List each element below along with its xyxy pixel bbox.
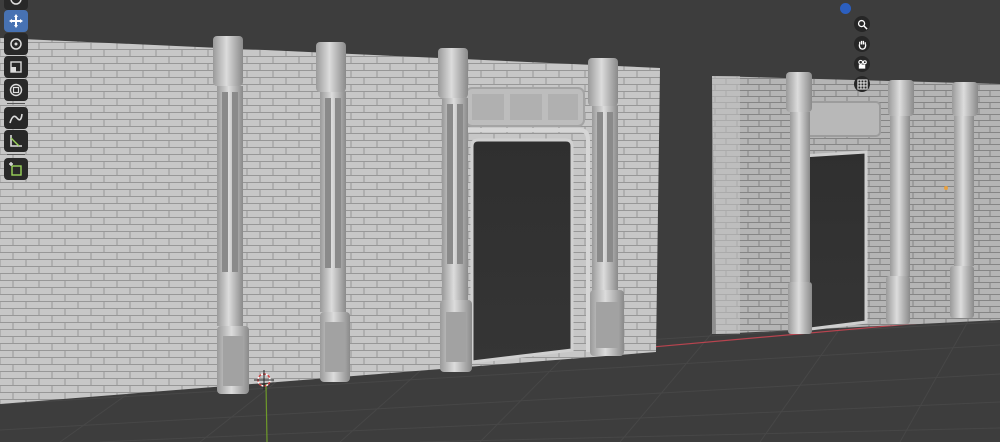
pipe-column-2 [316,42,350,382]
pipe-column-3 [438,48,472,372]
annotate-icon [9,113,23,124]
rotate-icon [10,38,22,50]
transform-icon [9,83,23,97]
select-box-icon [10,0,22,5]
zoom-button[interactable] [854,16,870,32]
add-cube-icon [9,162,22,176]
pan-button[interactable] [854,36,870,52]
add-cube-tool[interactable] [4,158,28,180]
ortho-grid-icon [856,78,868,90]
camera-icon [857,59,867,69]
measure-icon [10,135,22,147]
rotate-tool[interactable] [4,33,28,55]
zoom-icon [857,19,868,30]
move-icon [9,14,23,28]
scale-tool[interactable] [4,56,28,78]
measure-tool[interactable] [4,130,28,152]
select-tool[interactable] [4,0,28,10]
navigation-gizmo [835,0,875,100]
z-axis-gizmo-dot[interactable] [840,3,851,14]
ortho-toggle-button[interactable] [854,76,870,92]
camera-view-button[interactable] [854,56,870,72]
hand-pan-icon [858,40,866,50]
scale-icon [10,61,22,73]
move-tool[interactable] [4,10,28,32]
annotate-tool[interactable] [4,107,28,129]
y-axis-line [265,383,268,442]
transform-tool[interactable] [4,79,28,101]
object-origin [944,186,948,190]
